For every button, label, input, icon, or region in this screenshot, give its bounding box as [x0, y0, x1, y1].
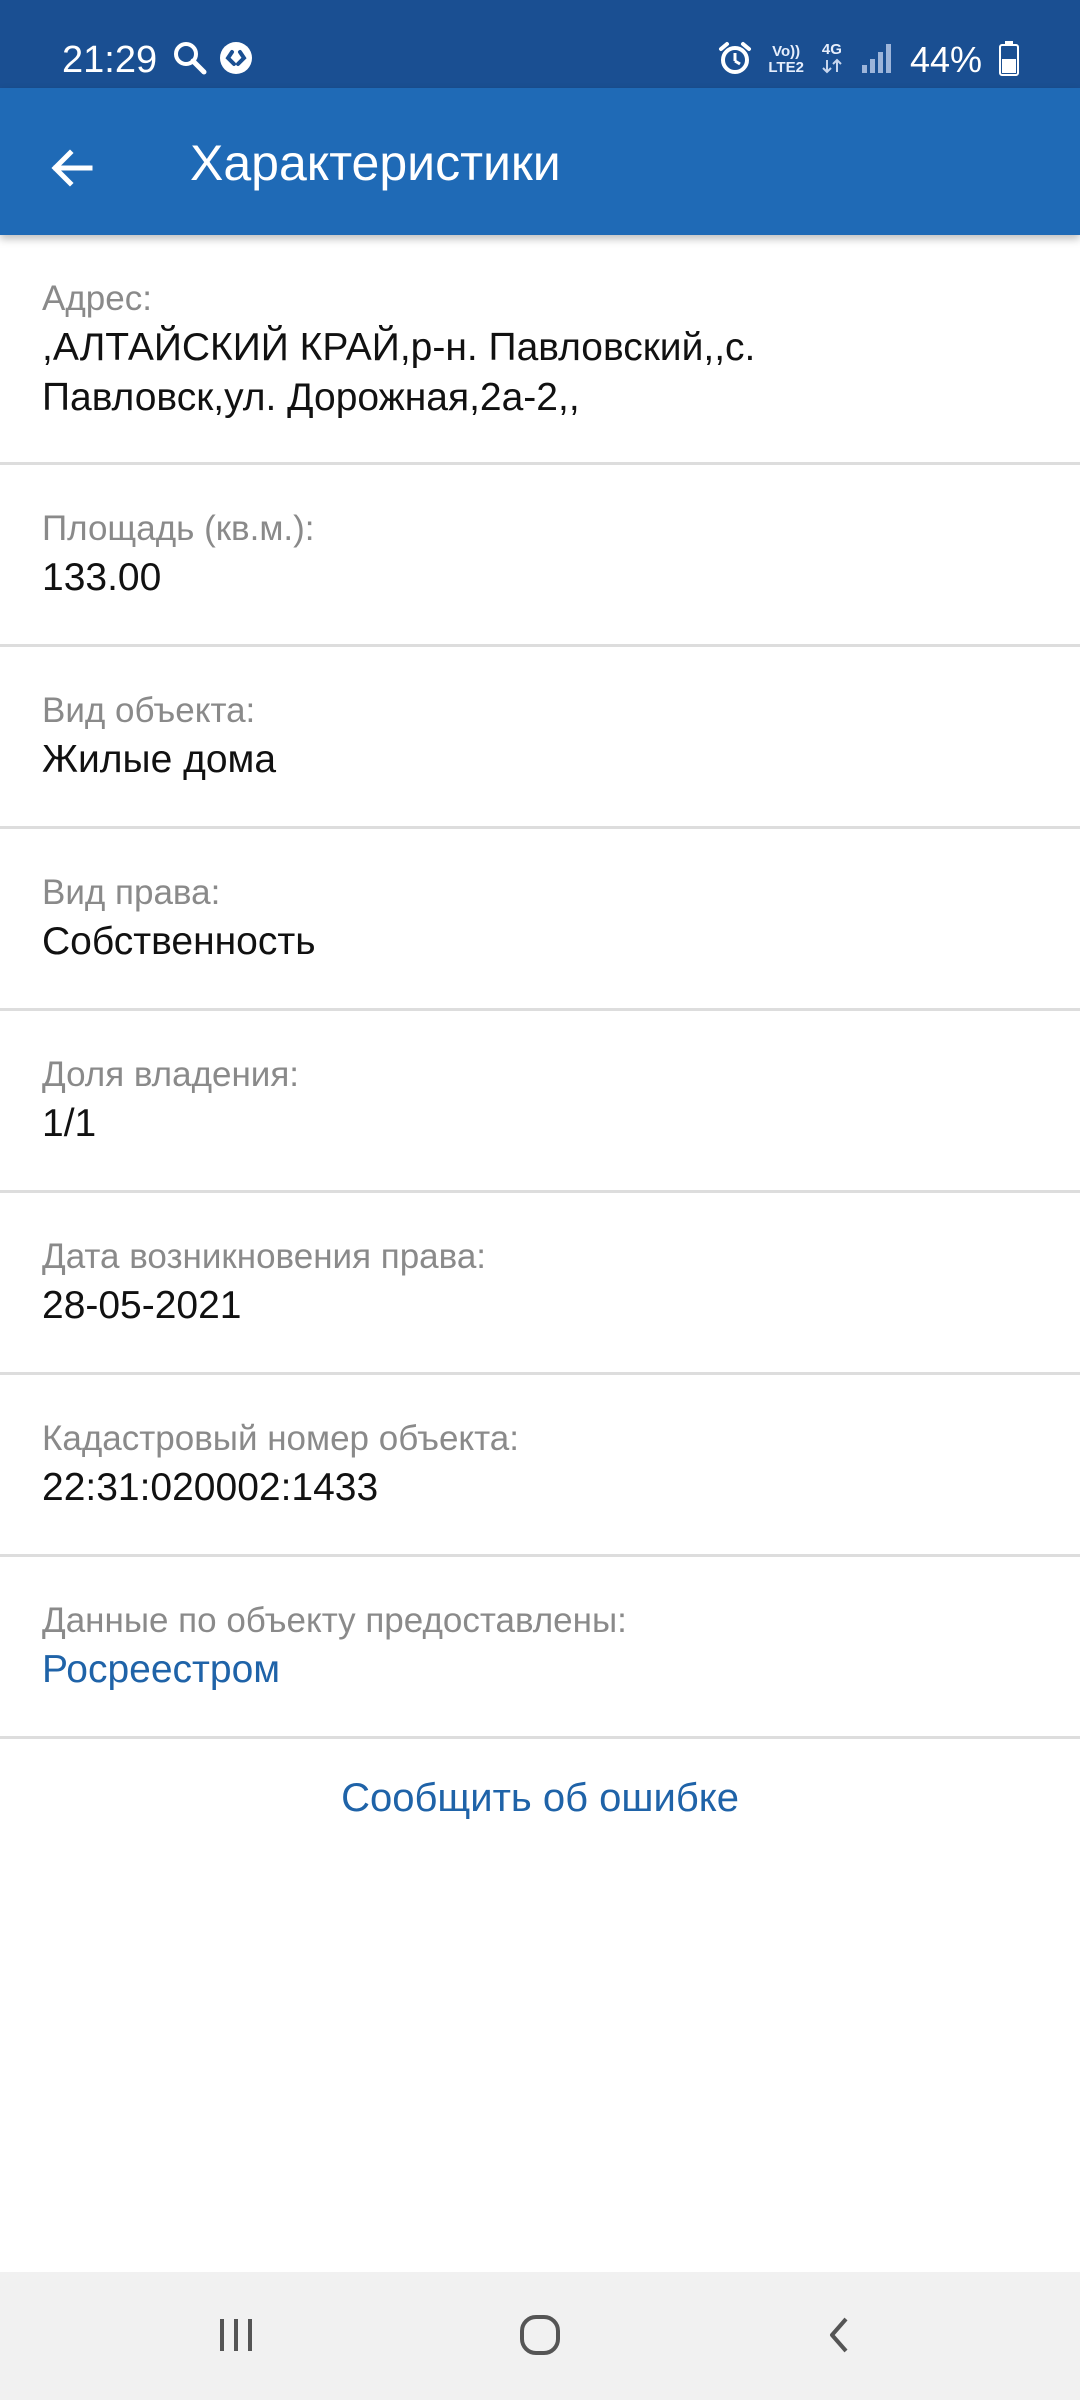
field-data-source: Данные по объекту предоставлены: Росреес…	[0, 1557, 1080, 1739]
characteristics-list: Адрес: ,АЛТАЙСКИЙ КРАЙ,р-н. Павловский,,…	[0, 235, 1080, 1739]
status-bar: 21:29 Vo)) LTE2 4G 44%	[0, 0, 1080, 88]
back-button[interactable]	[30, 128, 114, 212]
recent-apps-button[interactable]	[196, 2302, 276, 2372]
field-value: 22:31:020002:1433	[42, 1466, 379, 1509]
field-label: Адрес:	[42, 279, 152, 318]
field-label: Доля владения:	[42, 1055, 300, 1094]
volte-label: Vo))	[772, 43, 801, 60]
home-button[interactable]	[500, 2302, 580, 2372]
signal-icon	[860, 41, 894, 80]
4g-icon: 4G	[820, 40, 844, 79]
field-ownership-share: Доля владения: 1/1	[0, 1011, 1080, 1193]
field-value: Жилые дома	[42, 738, 277, 781]
field-right-date: Дата возникновения права: 28-05-2021	[0, 1193, 1080, 1375]
field-label: Кадастровый номер объекта:	[42, 1419, 519, 1458]
field-object-type: Вид объекта: Жилые дома	[0, 647, 1080, 829]
volte-icon: Vo)) LTE2	[768, 44, 804, 76]
page-title: Характеристики	[190, 135, 561, 191]
search-icon	[172, 40, 208, 81]
home-icon	[516, 2311, 564, 2364]
system-back-button[interactable]	[800, 2302, 880, 2372]
field-right-type: Вид права: Собственность	[0, 829, 1080, 1011]
field-area: Площадь (кв.м.): 133.00	[0, 465, 1080, 647]
field-value: 28-05-2021	[42, 1284, 242, 1327]
field-label: Данные по объекту предоставлены:	[42, 1601, 627, 1640]
field-value: 133.00	[42, 556, 162, 599]
net-type-label: 4G	[821, 40, 842, 58]
battery-icon	[998, 40, 1020, 81]
field-value-line1: ,АЛТАЙСКИЙ КРАЙ,р-н. Павловский,,с.	[42, 326, 756, 369]
app-bar: Характеристики	[0, 88, 1080, 235]
back-icon	[818, 2313, 862, 2362]
status-time: 21:29	[62, 39, 158, 81]
report-error-link[interactable]: Сообщить об ошибке	[0, 1770, 1080, 1826]
navigation-bar	[0, 2272, 1080, 2400]
lte2-label: LTE2	[768, 59, 804, 76]
recent-apps-icon	[214, 2313, 258, 2362]
field-label: Дата возникновения права:	[42, 1237, 487, 1276]
field-label: Вид права:	[42, 873, 221, 912]
field-value: 1/1	[42, 1102, 97, 1145]
arrow-left-icon	[48, 144, 96, 197]
field-label: Площадь (кв.м.):	[42, 509, 315, 548]
field-label: Вид объекта:	[42, 691, 256, 730]
alarm-icon	[718, 41, 752, 80]
field-value: Собственность	[42, 920, 316, 963]
rosreestr-link[interactable]: Росреестром	[42, 1645, 1040, 1695]
shazam-icon	[218, 40, 254, 81]
battery-percent: 44%	[909, 39, 982, 80]
field-value-line2: Павловск,ул. Дорожная,2а-2,,	[42, 376, 580, 419]
field-cadastral-number: Кадастровый номер объекта: 22:31:020002:…	[0, 1375, 1080, 1557]
field-address: Адрес: ,АЛТАЙСКИЙ КРАЙ,р-н. Павловский,,…	[0, 235, 1080, 465]
